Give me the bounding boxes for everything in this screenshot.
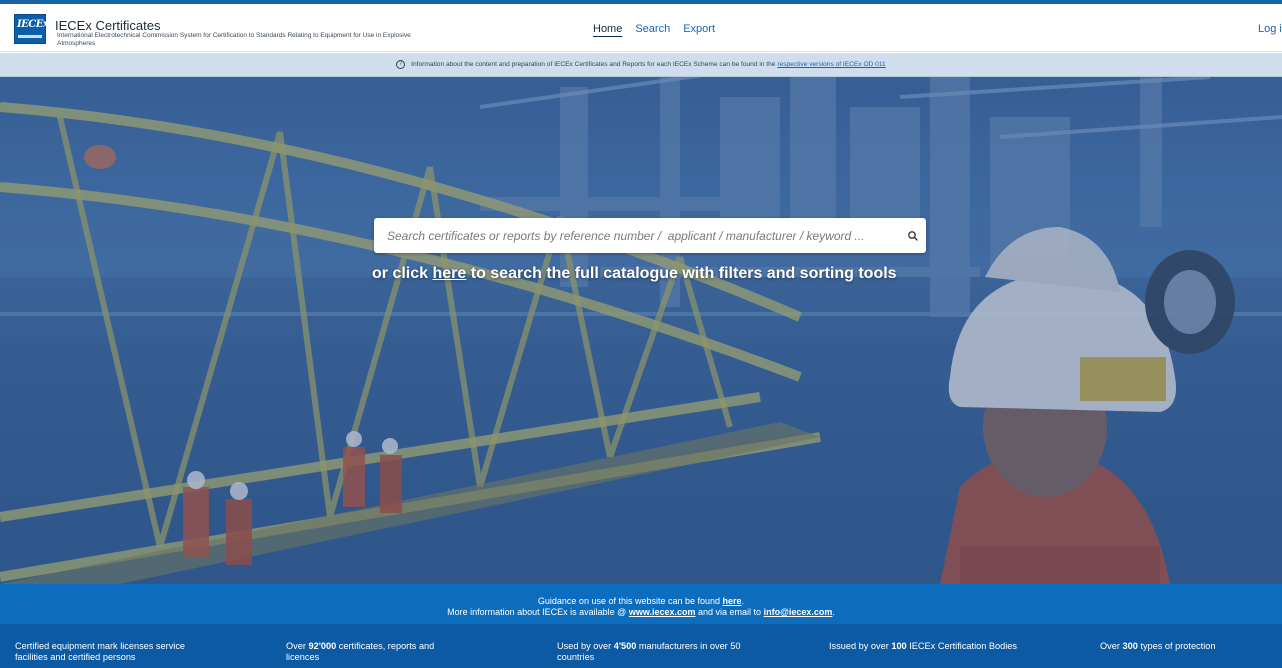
guidance-line-2: More information about IECEx is availabl… [0, 607, 1282, 618]
info-bar: ? Information about the content and prep… [0, 53, 1282, 77]
stat-item: Over 92'000 certificates, reports and li… [286, 641, 466, 663]
info-email-link[interactable]: info@iecex.com [764, 607, 833, 617]
od-011-link[interactable]: respective versions of IECEx OD 011 [777, 61, 885, 68]
nav-home-link[interactable]: Home [593, 23, 622, 35]
site-subtitle: International Electrotechnical Commissio… [57, 32, 411, 47]
stat-suffix: types of protection [1140, 641, 1216, 651]
stat-suffix: IECEx Certification Bodies [909, 641, 1017, 651]
stat-value: 100 [891, 641, 907, 651]
hero-banner [0, 77, 1282, 584]
guidance-band: Guidance on use of this website can be f… [0, 584, 1282, 624]
question-circle-icon: ? [396, 59, 406, 69]
nav-export-link[interactable]: Export [683, 23, 715, 35]
cta-suffix: to search the full catalogue with filter… [470, 265, 897, 282]
email-period: . [832, 607, 835, 617]
stat-text: Certified equipment mark licenses servic… [15, 641, 186, 662]
stat-prefix: Used by over [557, 641, 612, 651]
stats-band: Certified equipment mark licenses servic… [0, 624, 1282, 668]
hero-tint-overlay [0, 77, 1282, 584]
cta-prefix: or click [372, 265, 429, 282]
login-link[interactable]: Log i [1258, 23, 1282, 35]
logo-text: IECEx [17, 19, 49, 30]
full-catalogue-cta: or click here to search the full catalog… [372, 265, 932, 283]
stat-item: Used by over 4'500 manufacturers in over… [557, 641, 747, 663]
search-icon[interactable] [906, 229, 920, 243]
site-header: IECEx IECEx Certificates International E… [0, 4, 1282, 52]
stat-value: 92'000 [308, 641, 337, 651]
main-nav: Home Search Export [593, 23, 715, 35]
guidance-link[interactable]: here [723, 596, 742, 606]
stat-item: Issued by over 100 IECEx Certification B… [829, 641, 1019, 652]
iecex-logo[interactable]: IECEx [14, 14, 49, 44]
more-info-text: More information about IECEx is availabl… [447, 607, 627, 617]
email-text: and via email to [698, 607, 762, 617]
guidance-period: . [741, 596, 745, 606]
nav-search-link[interactable]: Search [635, 23, 670, 35]
iecex-website-link[interactable]: www.iecex.com [629, 607, 696, 617]
guidance-text: Guidance on use of this website can be f… [537, 596, 721, 606]
stat-item: Over 300 types of protection [1100, 641, 1270, 652]
site-title: IECEx Certificates [55, 18, 161, 33]
certificate-search-input[interactable] [374, 218, 894, 253]
stat-value: 4'500 [613, 641, 637, 651]
guidance-line-1: Guidance on use of this website can be f… [0, 596, 1282, 607]
info-bar-text: Information about the content and prepar… [411, 61, 776, 68]
stat-prefix: Issued by over [829, 641, 889, 651]
stat-prefix: Over [1100, 641, 1120, 651]
full-catalogue-link[interactable]: here [432, 265, 466, 282]
stat-value: 300 [1122, 641, 1138, 651]
logo-bar [18, 35, 42, 38]
hero-search-box [374, 218, 926, 253]
stat-item: Certified equipment mark licenses servic… [15, 641, 215, 663]
stat-prefix: Over [286, 641, 306, 651]
